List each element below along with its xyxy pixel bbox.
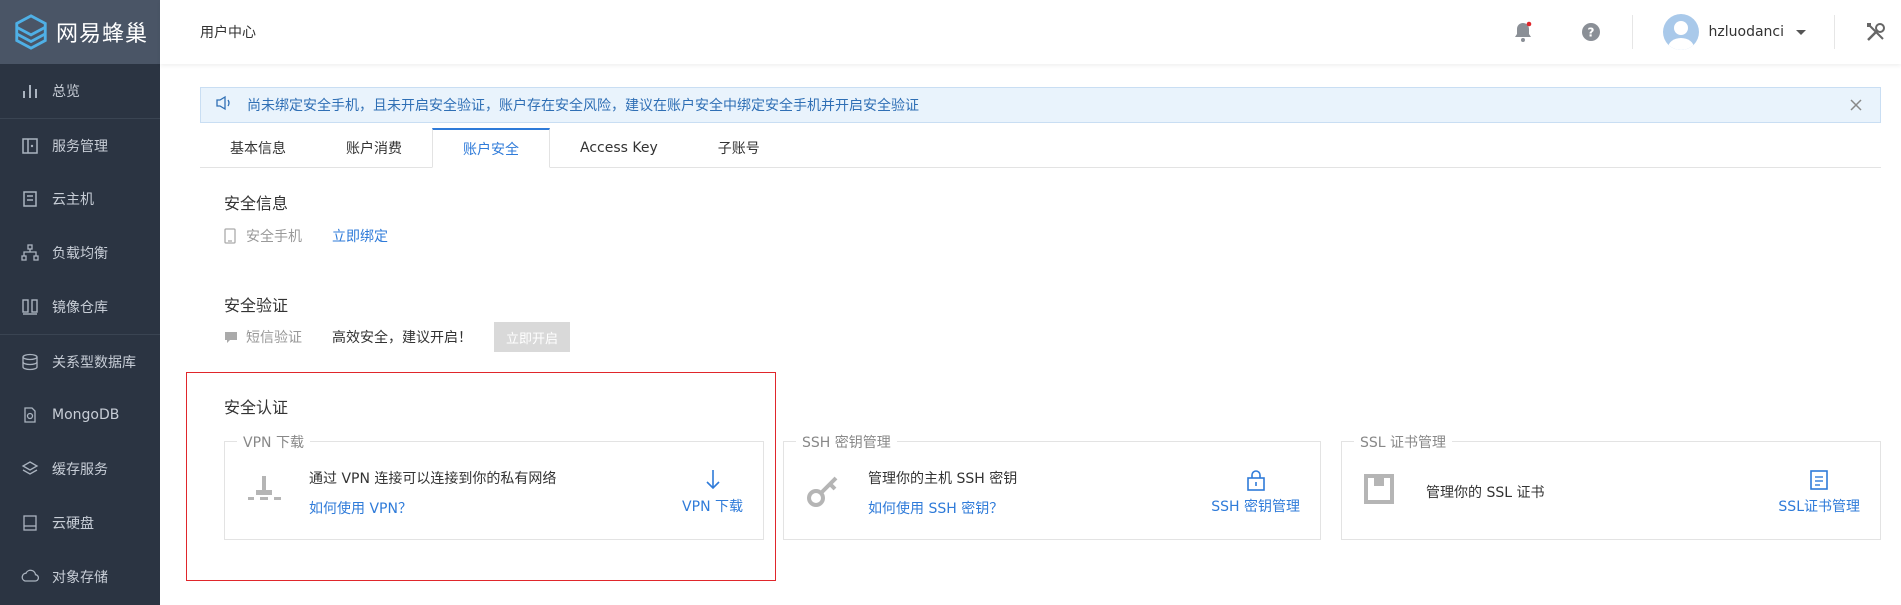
topbar-actions: ? hzluodanci — [1512, 0, 1901, 64]
tools-icon[interactable] — [1865, 21, 1887, 43]
vpn-card: VPN 下载 通过 VPN 连接可以连接到你的私有网络 如何使用 VPN？ VP… — [224, 432, 764, 540]
card-legend: SSL 证书管理 — [1354, 432, 1453, 452]
ssh-manage-action[interactable]: SSH 密钥管理 — [1211, 468, 1300, 516]
card-legend: VPN 下载 — [237, 432, 310, 452]
speaker-icon — [215, 95, 233, 115]
bar-chart-icon — [20, 81, 40, 101]
action-label: SSH 密钥管理 — [1211, 499, 1300, 515]
mongodb-icon — [20, 405, 40, 425]
card-desc: 管理你的 SSL 证书 — [1426, 485, 1545, 501]
chat-icon — [224, 331, 238, 344]
sidebar-nav: 总览 服务管理 云主机 负载均衡 镜像仓库 关系型数据库 MongoDB 缓存服… — [0, 64, 160, 604]
load-balancer-icon — [20, 243, 40, 263]
action-label: SSL证书管理 — [1778, 499, 1860, 515]
sidebar-item-mongodb[interactable]: MongoDB — [0, 388, 160, 442]
sidebar-item-image-repo[interactable]: 镜像仓库 — [0, 280, 160, 334]
image-repo-icon — [20, 297, 40, 317]
phone-label: 安全手机 — [246, 229, 302, 245]
sidebar-item-label: 服务管理 — [52, 138, 108, 155]
sidebar-item-label: 云主机 — [52, 192, 94, 208]
account-tabs: 基本信息 账户消费 账户安全 Access Key 子账号 — [200, 128, 1881, 168]
close-icon[interactable] — [1848, 97, 1864, 113]
cache-icon — [20, 459, 40, 479]
brand-name: 网易蜂巢 — [56, 22, 149, 47]
database-icon — [20, 352, 40, 372]
ssh-card: SSH 密钥管理 管理你的主机 SSH 密钥 如何使用 SSH 密钥？ SSH … — [783, 432, 1321, 540]
sidebar-item-label: MongoDB — [52, 407, 120, 423]
vpn-download-action[interactable]: VPN 下载 — [682, 468, 743, 516]
service-icon — [20, 136, 40, 156]
avatar — [1662, 14, 1699, 50]
vpn-help-link[interactable]: 如何使用 VPN？ — [309, 498, 412, 518]
hive-logo-icon — [15, 14, 47, 50]
disk-icon — [20, 513, 40, 533]
sidebar-item-label: 总览 — [52, 84, 80, 100]
sms-row: 短信验证 高效安全，建议开启！ 立即开启 — [224, 322, 571, 352]
sidebar-item-cloud-host[interactable]: 云主机 — [0, 172, 160, 226]
card-desc: 通过 VPN 连接可以连接到你的私有网络 — [309, 471, 557, 487]
sidebar-item-cache[interactable]: 缓存服务 — [0, 442, 160, 496]
object-storage-icon — [20, 567, 40, 587]
vpn-network-icon — [247, 474, 281, 508]
security-info-title: 安全信息 — [224, 194, 289, 213]
divider — [1834, 15, 1835, 49]
enable-sms-button[interactable]: 立即开启 — [494, 322, 571, 352]
sidebar-item-label: 关系型数据库 — [52, 354, 136, 371]
sidebar-item-service[interactable]: 服务管理 — [0, 118, 160, 172]
topbar: 用户中心 ? hzluodanci — [160, 0, 1901, 64]
divider — [1631, 15, 1633, 49]
sms-desc: 高效安全，建议开启！ — [332, 330, 472, 346]
ssl-manage-action[interactable]: SSL证书管理 — [1778, 468, 1860, 516]
key-icon — [806, 474, 840, 508]
ssl-card: SSL 证书管理 管理你的 SSL 证书 SSL证书管理 — [1341, 432, 1881, 540]
sidebar: 网易蜂巢 总览 服务管理 云主机 负载均衡 镜像仓库 关系型数据库 MongoD… — [0, 0, 160, 605]
security-alert: 尚未绑定安全手机，且未开启安全验证，账户存在安全风险，建议在账户安全中绑定安全手… — [200, 87, 1881, 123]
sidebar-item-overview[interactable]: 总览 — [0, 64, 160, 118]
card-desc: 管理你的主机 SSH 密钥 — [868, 471, 1018, 487]
sidebar-item-object-storage[interactable]: 对象存储 — [0, 550, 160, 604]
sms-label: 短信验证 — [246, 330, 302, 346]
download-icon — [701, 468, 725, 492]
sidebar-item-cloud-disk[interactable]: 云硬盘 — [0, 496, 160, 550]
phone-icon — [224, 228, 236, 244]
sidebar-item-label: 对象存储 — [52, 570, 108, 586]
phone-row: 安全手机 立即绑定 — [224, 226, 388, 246]
sidebar-item-label: 镜像仓库 — [52, 300, 108, 316]
tab-consumption[interactable]: 账户消费 — [316, 128, 432, 168]
sidebar-item-load-balance[interactable]: 负载均衡 — [0, 226, 160, 280]
lock-icon — [1244, 468, 1268, 492]
tab-sub-account[interactable]: 子账号 — [688, 128, 790, 168]
sidebar-item-label: 缓存服务 — [52, 462, 108, 478]
security-auth-title: 安全认证 — [224, 398, 289, 417]
certificate-icon — [1364, 474, 1398, 508]
sidebar-item-rdb[interactable]: 关系型数据库 — [0, 334, 160, 388]
bell-icon[interactable] — [1512, 21, 1534, 43]
user-menu[interactable]: hzluodanci — [1662, 14, 1806, 50]
svg-text:?: ? — [1587, 26, 1594, 40]
action-label: VPN 下载 — [682, 499, 743, 515]
tab-access-key[interactable]: Access Key — [550, 128, 688, 168]
server-icon — [20, 189, 40, 209]
tab-account-security[interactable]: 账户安全 — [432, 128, 550, 168]
page-title: 用户中心 — [200, 25, 256, 41]
bind-phone-link[interactable]: 立即绑定 — [332, 226, 388, 246]
help-icon[interactable]: ? — [1580, 21, 1602, 43]
tab-basic-info[interactable]: 基本信息 — [200, 128, 316, 168]
card-legend: SSH 密钥管理 — [796, 432, 897, 452]
alert-text: 尚未绑定安全手机，且未开启安全验证，账户存在安全风险，建议在账户安全中绑定安全手… — [247, 98, 919, 114]
username: hzluodanci — [1708, 24, 1784, 40]
document-icon — [1807, 468, 1831, 492]
sidebar-item-label: 云硬盘 — [52, 516, 94, 532]
ssh-help-link[interactable]: 如何使用 SSH 密钥？ — [868, 498, 1003, 518]
sidebar-item-label: 负载均衡 — [52, 246, 108, 262]
chevron-down-icon — [1796, 29, 1806, 35]
logo[interactable]: 网易蜂巢 — [0, 0, 160, 64]
security-verify-title: 安全验证 — [224, 296, 289, 315]
